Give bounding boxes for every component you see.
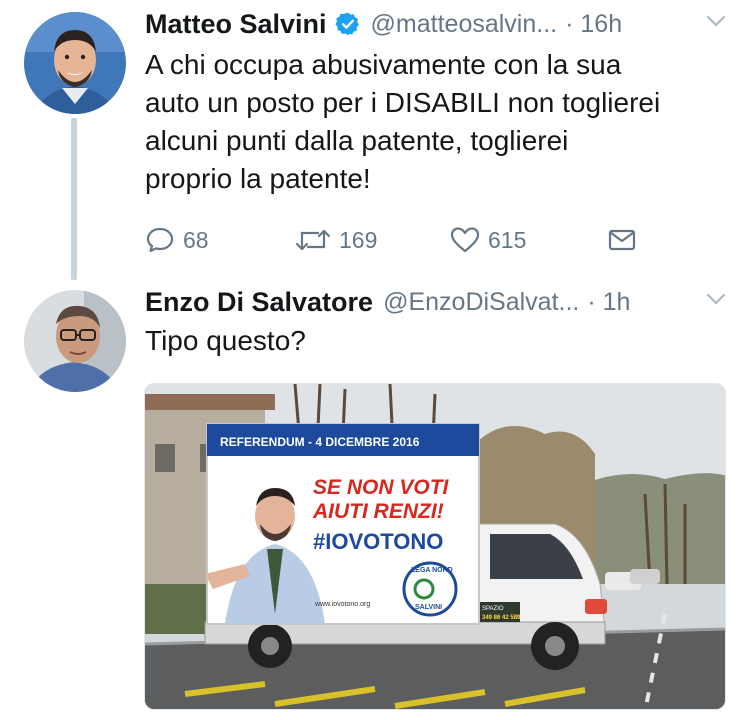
chevron-down-icon[interactable]	[705, 10, 727, 32]
tweet-text-line: alcuni punti dalla patente, toglierei	[145, 125, 569, 156]
avatar-matteo-salvini[interactable]	[24, 12, 126, 114]
tweet-text-line: auto un posto per i DISABILI non toglier…	[145, 87, 661, 118]
verified-badge-icon	[334, 11, 361, 37]
tweet-salvini[interactable]: Matteo Salvini @matteosalvin... · 16h A …	[0, 0, 745, 285]
side-sign-phone: 349 86 42 589	[482, 615, 521, 621]
chevron-down-icon[interactable]	[705, 288, 727, 310]
billboard-truck-photo: SPAZIO 349 86 42 589 REFERENDUM - 4 DICE…	[145, 384, 725, 709]
author-name[interactable]: Matteo Salvini	[145, 9, 327, 40]
reply-count: 68	[183, 226, 209, 253]
billboard-banner-text: REFERENDUM - 4 DICEMBRE 2016	[220, 435, 420, 449]
tweet-timestamp[interactable]: · 16h	[565, 10, 622, 39]
heart-icon	[450, 227, 480, 253]
retweet-icon	[295, 229, 331, 251]
avatar-enzo-di-salvatore[interactable]	[24, 290, 126, 392]
billboard-slogan-2: AIUTI RENZI!	[312, 500, 444, 523]
retweet-count: 169	[339, 226, 378, 253]
tweet-text: Tipo questo?	[145, 322, 725, 360]
billboard-hashtag: #IOVOTONO	[313, 529, 443, 554]
tweet-di-salvatore[interactable]: Enzo Di Salvatore @EnzoDiSalvat... · 1h …	[0, 285, 745, 720]
side-sign-text: SPAZIO	[482, 606, 504, 612]
svg-text:SALVINI: SALVINI	[415, 604, 442, 611]
tweet-text: A chi occupa abusivamente con la sua aut…	[145, 46, 725, 198]
billboard-website: www.iovotono.org	[314, 601, 370, 608]
tweet-text-line: proprio la patente!	[145, 163, 371, 194]
tweet-header: Matteo Salvini @matteosalvin... · 16h	[145, 4, 735, 44]
author-handle[interactable]: @EnzoDiSalvat...	[383, 288, 579, 317]
author-handle[interactable]: @matteosalvin...	[371, 10, 558, 39]
reply-icon	[146, 227, 174, 253]
thread-connector-line	[71, 118, 77, 280]
reply-button[interactable]: 68	[145, 220, 209, 260]
tweet-timestamp[interactable]: · 1h	[587, 288, 630, 317]
tweet-header: Enzo Di Salvatore @EnzoDiSalvat... · 1h	[145, 282, 735, 322]
author-name[interactable]: Enzo Di Salvatore	[145, 287, 373, 318]
billboard-slogan-1: SE NON VOTI	[313, 476, 450, 499]
direct-message-button[interactable]	[607, 220, 645, 260]
svg-text:LEGA NORD: LEGA NORD	[411, 567, 453, 574]
envelope-icon	[608, 229, 636, 251]
tweet-text-line: Tipo questo?	[145, 325, 306, 356]
lega-nord-logo-icon: LEGA NORD SALVINI	[402, 561, 458, 617]
tweet-photo[interactable]: SPAZIO 349 86 42 589 REFERENDUM - 4 DICE…	[144, 383, 726, 710]
retweet-button[interactable]: 169	[295, 220, 377, 260]
tweet-actions: 68 169 615	[145, 220, 645, 260]
like-count: 615	[488, 226, 527, 253]
tweet-text-line: A chi occupa abusivamente con la sua	[145, 49, 622, 80]
like-button[interactable]: 615	[450, 220, 526, 260]
